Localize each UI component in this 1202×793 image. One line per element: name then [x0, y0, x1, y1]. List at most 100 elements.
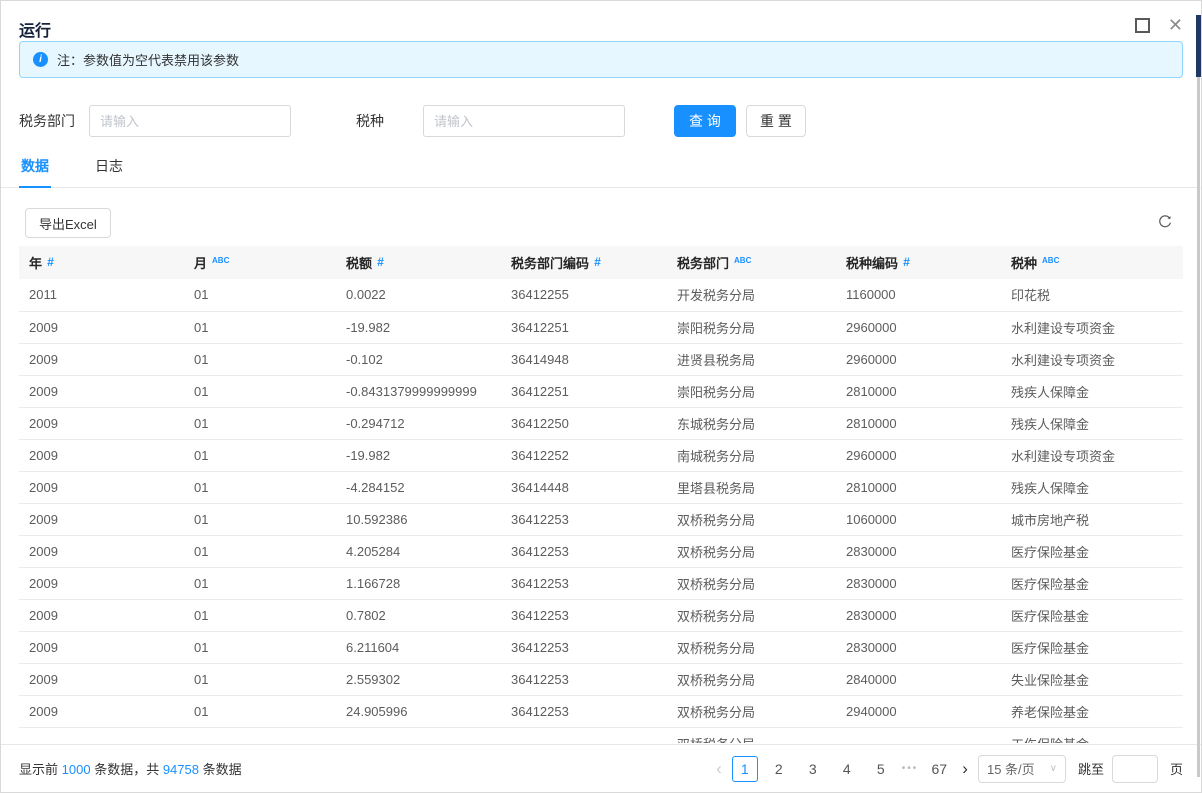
column-header-taxtype[interactable]: 税种ABC — [1001, 246, 1183, 279]
column-header-month[interactable]: 月ABC — [184, 246, 336, 279]
table-cell: 36412250 — [501, 407, 667, 439]
page-button-2[interactable]: 2 — [766, 756, 792, 782]
page-button-3[interactable]: 3 — [800, 756, 826, 782]
export-excel-button[interactable]: 导出Excel — [25, 208, 111, 238]
reset-button[interactable]: 重 置 — [746, 105, 806, 137]
table-cell: 01 — [184, 535, 336, 567]
prev-page-icon[interactable]: ‹ — [714, 760, 724, 777]
page-size-value: 15 条/页 — [987, 759, 1035, 778]
table-cell: 双桥税务分局 — [667, 503, 836, 535]
table-cell: 0.7802 — [336, 599, 501, 631]
table-cell: 崇阳税务分局 — [667, 311, 836, 343]
table-cell: 01 — [184, 599, 336, 631]
table-cell: 进贤县税务局 — [667, 343, 836, 375]
search-button[interactable]: 查 询 — [674, 105, 736, 137]
table-cell: 里塔县税务局 — [667, 471, 836, 503]
page-size-select[interactable]: 15 条/页 ∨ — [978, 755, 1066, 783]
table-cell: 2009 — [19, 663, 184, 695]
column-header-year[interactable]: 年# — [19, 246, 184, 279]
table-header: 年# 月ABC 税额# 税务部门编码# 税务部门ABC 税种编码# 税种ABC — [19, 246, 1183, 279]
table-row[interactable]: 2009011.16672836412253双桥税务分局2830000医疗保险基… — [19, 567, 1183, 599]
column-header-dept[interactable]: 税务部门ABC — [667, 246, 836, 279]
scrollbar[interactable] — [1196, 13, 1201, 788]
page-button-1[interactable]: 1 — [732, 756, 758, 782]
scrollbar-track[interactable] — [1197, 77, 1200, 777]
table-cell: 双桥税务分局 — [667, 567, 836, 599]
table-cell: 2960000 — [836, 439, 1001, 471]
result-summary: 显示前 1000 条数据，共 94758 条数据 — [19, 759, 242, 778]
table-row[interactable]: 200901-0.843137999999999936412251崇阳税务分局2… — [19, 375, 1183, 407]
tax-type-input[interactable] — [423, 105, 625, 137]
table-cell: 01 — [184, 695, 336, 727]
string-type-icon: ABC — [212, 256, 229, 265]
table-row[interactable]: 200901-19.98236412251崇阳税务分局2960000水利建设专项… — [19, 311, 1183, 343]
table-cell: 36412251 — [501, 375, 667, 407]
page-button-last[interactable]: 67 — [926, 756, 952, 782]
table-row[interactable]: 2009012.55930236412253双桥税务分局2840000失业保险基… — [19, 663, 1183, 695]
scrollbar-thumb[interactable] — [1196, 15, 1201, 77]
tab-data[interactable]: 数据 — [19, 150, 51, 187]
table-row[interactable]: 双桥税务分局工伤保险基金 — [19, 727, 1183, 743]
table-cell: 2.559302 — [336, 663, 501, 695]
table-cell: 双桥税务分局 — [667, 631, 836, 663]
table-footer: 显示前 1000 条数据，共 94758 条数据 ‹ 1 2 3 4 5 •••… — [1, 744, 1201, 792]
table-cell: 36412253 — [501, 631, 667, 663]
jump-to-label: 跳至 — [1078, 759, 1104, 778]
table-cell: 2009 — [19, 599, 184, 631]
table-cell: 印花税 — [1001, 279, 1183, 311]
table-row[interactable]: 2009016.21160436412253双桥税务分局2830000医疗保险基… — [19, 631, 1183, 663]
number-type-icon: # — [903, 255, 910, 269]
table-cell: 2810000 — [836, 407, 1001, 439]
table-row[interactable]: 2009014.20528436412253双桥税务分局2830000医疗保险基… — [19, 535, 1183, 567]
table-cell: 崇阳税务分局 — [667, 375, 836, 407]
table-row[interactable]: 200901-0.10236414948进贤县税务局2960000水利建设专项资… — [19, 343, 1183, 375]
table-cell: 2830000 — [836, 599, 1001, 631]
tab-log[interactable]: 日志 — [93, 150, 125, 187]
table-cell: 36412253 — [501, 535, 667, 567]
table-row[interactable]: 2009010.780236412253双桥税务分局2830000医疗保险基金 — [19, 599, 1183, 631]
table-cell: 0.0022 — [336, 279, 501, 311]
table-cell: 城市房地产税 — [1001, 503, 1183, 535]
table-row[interactable]: 200901-4.28415236414448里塔县税务局2810000残疾人保… — [19, 471, 1183, 503]
page-button-4[interactable]: 4 — [834, 756, 860, 782]
table-body: 2011010.002236412255开发税务分局1160000印花税2009… — [19, 279, 1183, 743]
column-header-dept-code[interactable]: 税务部门编码# — [501, 246, 667, 279]
refresh-button[interactable] — [1157, 214, 1173, 233]
table-cell — [836, 727, 1001, 743]
table-cell: 2009 — [19, 471, 184, 503]
shown-count: 1000 — [62, 762, 91, 777]
window-controls: ✕ — [1135, 18, 1183, 33]
table-cell: 2009 — [19, 535, 184, 567]
jump-page-input[interactable] — [1112, 755, 1158, 783]
table-cell: 双桥税务分局 — [667, 599, 836, 631]
table-cell: 双桥税务分局 — [667, 695, 836, 727]
column-header-tax-amount[interactable]: 税额# — [336, 246, 501, 279]
tax-department-input[interactable] — [89, 105, 291, 137]
table-cell: 36412252 — [501, 439, 667, 471]
table-row[interactable]: 200901-19.98236412252南城税务分局2960000水利建设专项… — [19, 439, 1183, 471]
table-cell: 36412253 — [501, 567, 667, 599]
close-icon[interactable]: ✕ — [1168, 18, 1183, 33]
table-cell: 01 — [184, 311, 336, 343]
info-icon: i — [33, 52, 48, 67]
table-row[interactable]: 20090124.90599636412253双桥税务分局2940000养老保险… — [19, 695, 1183, 727]
table-row[interactable]: 20090110.59238636412253双桥税务分局1060000城市房地… — [19, 503, 1183, 535]
table-cell: 双桥税务分局 — [667, 727, 836, 743]
column-header-taxtype-code[interactable]: 税种编码# — [836, 246, 1001, 279]
tax-type-label: 税种 — [356, 111, 384, 131]
table-cell — [184, 727, 336, 743]
page-ellipsis[interactable]: ••• — [902, 763, 919, 774]
table-row[interactable]: 200901-0.29471236412250东城税务分局2810000残疾人保… — [19, 407, 1183, 439]
table-cell: 南城税务分局 — [667, 439, 836, 471]
table-cell: 2940000 — [836, 695, 1001, 727]
table-cell: 失业保险基金 — [1001, 663, 1183, 695]
tax-department-label: 税务部门 — [19, 111, 75, 131]
table-row[interactable]: 2011010.002236412255开发税务分局1160000印花税 — [19, 279, 1183, 311]
table-cell: 2009 — [19, 439, 184, 471]
table-cell: 医疗保险基金 — [1001, 535, 1183, 567]
table-cell: 2830000 — [836, 631, 1001, 663]
next-page-icon[interactable]: › — [960, 760, 970, 777]
maximize-icon[interactable] — [1135, 18, 1150, 33]
page-button-5[interactable]: 5 — [868, 756, 894, 782]
table-cell: 36412255 — [501, 279, 667, 311]
